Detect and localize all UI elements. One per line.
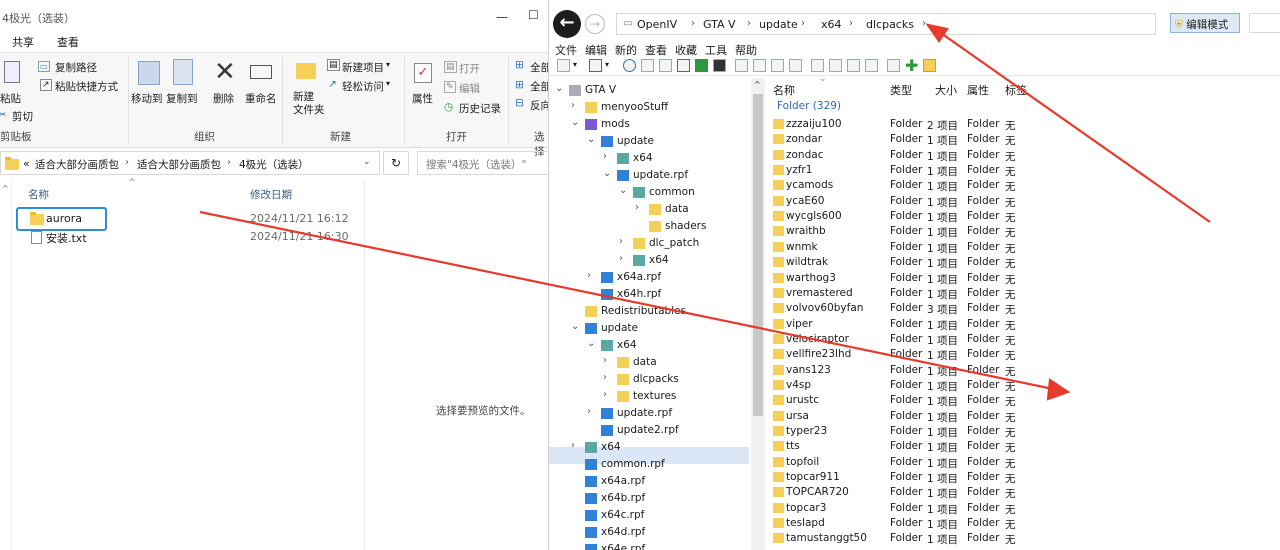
preview-pane [364, 180, 550, 550]
move-to-icon[interactable] [138, 61, 160, 85]
paste-shortcut-icon[interactable]: ↗ [40, 79, 52, 91]
rename-button[interactable]: 重命名 [245, 91, 277, 106]
group-new: 新建 [330, 131, 351, 143]
copy-to-icon[interactable] [173, 59, 193, 85]
edit-button[interactable]: 编辑 [459, 81, 480, 96]
file-date: 2024/11/21 16:12 [250, 212, 349, 225]
refresh-icon[interactable]: ↻ [383, 151, 409, 175]
ribbon-tabs: 共享 查看 [0, 30, 550, 52]
paste-button[interactable]: 粘贴 [0, 91, 21, 106]
chevron-down-icon[interactable]: ▾ [386, 79, 390, 88]
folder-icon [5, 157, 19, 170]
easy-access-icon[interactable]: ↗ [328, 78, 337, 90]
breadcrumb-part-3[interactable]: 4极光（选装） [239, 157, 309, 172]
open-icon[interactable]: ▤ [444, 61, 457, 73]
delete-button[interactable]: 删除 [213, 91, 234, 106]
navigation-pane[interactable]: ^ [0, 178, 12, 550]
invert-selection-icon[interactable]: ⊟ [515, 97, 524, 109]
explorer-title-bar: 4极光（选装） — ☐ [0, 0, 550, 30]
arrow-overlay [549, 0, 1280, 550]
select-all-button[interactable]: 全部 [530, 60, 550, 75]
select-all-icon[interactable]: ⊞ [515, 59, 524, 71]
minimize-icon[interactable]: — [496, 10, 508, 24]
chevron-down-icon[interactable]: ▾ [386, 60, 390, 69]
file-date: 2024/11/21 16:30 [250, 230, 349, 243]
file-name: 安装.txt [46, 232, 87, 245]
openiv-window: ← → ▭ OpenIV › GTA V › update › x64 › dl… [548, 0, 1280, 550]
breadcrumb-part-2[interactable]: 适合大部分画质包 [137, 157, 221, 172]
properties-icon[interactable]: ✓ [414, 63, 432, 83]
select-none-button[interactable]: 全部 [530, 79, 550, 94]
address-bar-row: « 适合大部分画质包 › 适合大部分画质包 › 4极光（选装） ⌄ ↻ 搜索"4… [0, 150, 550, 176]
invert-selection-button[interactable]: 反向 [530, 98, 550, 113]
file-row-install-txt[interactable]: 安装.txt 2024/11/21 16:30 [16, 228, 364, 246]
tab-view[interactable]: 查看 [57, 34, 79, 50]
explorer-window-title: 4极光（选装） [2, 12, 75, 25]
chevron-down-icon[interactable]: ⌄ [363, 157, 371, 167]
new-folder-icon[interactable] [296, 63, 316, 79]
paste-shortcut-button[interactable]: 粘贴快捷方式 [55, 79, 118, 94]
rename-icon[interactable] [250, 65, 272, 79]
address-overflow[interactable]: « [23, 157, 30, 170]
group-organize: 组织 [194, 131, 215, 143]
search-input[interactable]: 搜索"4极光（选装）" [417, 151, 550, 175]
text-file-icon [31, 231, 42, 244]
tab-share[interactable]: 共享 [12, 34, 34, 50]
preview-message: 选择要预览的文件。 [436, 405, 531, 417]
ribbon: 粘贴 ✂ 剪切 ▭ 复制路径 ↗ 粘贴快捷方式 剪贴板 移动到 复制到 ✕ 删除… [0, 52, 550, 158]
group-clipboard: 剪贴板 [0, 131, 32, 143]
new-item-icon[interactable]: ▤ [327, 59, 340, 71]
breadcrumb-part-1[interactable]: 适合大部分画质包 [35, 157, 119, 172]
scroll-up-icon[interactable]: ^ [2, 184, 9, 193]
edit-icon[interactable]: ✎ [444, 81, 456, 93]
copy-to-button[interactable]: 复制到 [166, 91, 198, 106]
history-icon[interactable]: ◷ [444, 101, 453, 113]
copy-path-button[interactable]: 复制路径 [55, 60, 97, 75]
easy-access-button[interactable]: 轻松访问 [342, 79, 384, 94]
column-modified-date[interactable]: 修改日期 [250, 187, 292, 202]
new-item-button[interactable]: 新建项目 [342, 60, 384, 75]
group-open: 打开 [446, 131, 467, 143]
sort-icon: ^ [128, 178, 136, 188]
address-bar[interactable]: « 适合大部分画质包 › 适合大部分画质包 › 4极光（选装） ⌄ [0, 151, 380, 175]
delete-icon[interactable]: ✕ [214, 57, 236, 87]
open-button[interactable]: 打开 [459, 61, 480, 76]
cut-icon[interactable]: ✂ [0, 109, 7, 121]
select-none-icon[interactable]: ⊞ [515, 79, 524, 91]
properties-button[interactable]: 属性 [412, 91, 433, 106]
new-folder-button[interactable]: 新建 文件夹 [293, 91, 325, 117]
column-headers: 名称 ^ 修改日期 [12, 178, 364, 204]
history-button[interactable]: 历史记录 [459, 101, 501, 116]
copy-path-icon[interactable]: ▭ [38, 61, 50, 72]
file-explorer-window: 4极光（选装） — ☐ 共享 查看 粘贴 ✂ 剪切 ▭ 复制路径 ↗ 粘贴快捷方… [0, 0, 550, 550]
column-name[interactable]: 名称 [28, 187, 49, 202]
maximize-icon[interactable]: ☐ [528, 8, 539, 22]
move-to-button[interactable]: 移动到 [131, 91, 163, 106]
paste-icon[interactable] [4, 61, 20, 83]
cut-button[interactable]: 剪切 [12, 109, 33, 124]
